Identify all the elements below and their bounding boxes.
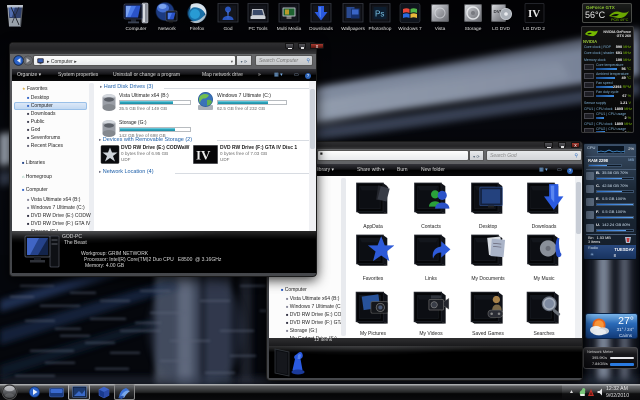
- svg-text:Ps: Ps: [375, 10, 384, 19]
- svg-text:IV: IV: [528, 8, 540, 20]
- svg-text:IV: IV: [196, 148, 211, 163]
